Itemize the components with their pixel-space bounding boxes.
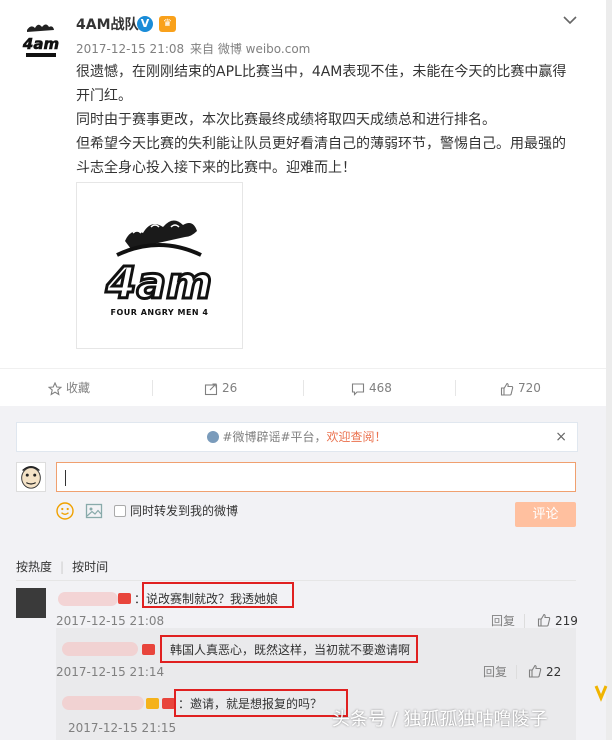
rumor-notice-bar: #微博辟谣#平台，欢迎查阅！ × <box>16 422 578 452</box>
comment-input[interactable] <box>56 462 576 492</box>
comment-section: #微博辟谣#平台，欢迎查阅！ × 同时转发到我的微博 评论 按热度 | 按时间 ：说… <box>0 406 606 740</box>
repost-button[interactable]: 26 <box>204 369 237 407</box>
reply-button[interactable]: 回复 <box>483 664 507 680</box>
post-body: 很遗憾，在刚刚结束的APL比赛当中，4AM表现不佳，未能在今天的比赛中赢得开门红… <box>76 60 576 180</box>
comment-timestamp: 2017-12-15 21:08 <box>56 614 165 628</box>
close-icon[interactable]: × <box>555 423 567 451</box>
favorite-label: 收藏 <box>66 381 91 395</box>
repost-icon <box>204 382 218 395</box>
reply-button[interactable]: 回复 <box>491 613 515 629</box>
post-paragraph: 同时由于赛事更改，本次比赛最终成绩将取四天成绩总和进行排名。 <box>76 112 496 128</box>
author-name[interactable]: 4AM战队 <box>76 15 139 35</box>
comment-count: 468 <box>369 381 392 395</box>
hashtag-icon <box>207 431 220 443</box>
repost-checkbox[interactable] <box>114 505 126 517</box>
divider <box>516 665 517 679</box>
corner-logo-icon <box>594 685 608 702</box>
comment-like-count: 219 <box>555 614 578 628</box>
submit-comment-button[interactable]: 评论 <box>515 502 576 527</box>
sort-by-time-tab[interactable]: 按时间 <box>72 560 108 574</box>
source-watermark: 头条号 / 独孤孤独咕噜陵子 <box>332 709 548 730</box>
reply-like-count: 22 <box>546 665 562 679</box>
action-bar: 收藏 26 468 720 <box>0 368 606 406</box>
divider <box>303 380 304 396</box>
weibo-post: 4am 4AM战队 V ♛ 2017-12-15 21:08 来自 微博 wei… <box>0 0 606 368</box>
chevron-down-icon[interactable] <box>560 10 580 30</box>
favorite-button[interactable]: 收藏 <box>47 369 91 407</box>
emoji-icon[interactable] <box>56 502 74 520</box>
highlight-box <box>142 582 294 608</box>
highlight-box <box>160 635 418 663</box>
post-timestamp[interactable]: 2017-12-15 21:08 <box>76 42 184 56</box>
divider <box>524 614 525 628</box>
source-prefix: 来自 <box>189 42 214 56</box>
comment-button[interactable]: 468 <box>351 369 392 407</box>
repost-checkbox-label: 同时转发到我的微博 <box>130 504 239 518</box>
author-avatar[interactable]: 4am <box>17 16 65 64</box>
logo-wordmark: 4am <box>105 258 212 309</box>
verified-badge-icon: V <box>137 16 153 32</box>
notice-prefix: #微博辟谣#平台， <box>222 430 327 444</box>
member-badge-icon[interactable]: ♛ <box>159 16 176 32</box>
member-badge-icon <box>142 644 155 655</box>
post-paragraph: 很遗憾，在刚刚结束的APL比赛当中，4AM表现不佳，未能在今天的比赛中赢得开门红… <box>76 64 567 104</box>
reply-like-button[interactable]: 22 <box>528 664 561 680</box>
highlight-box <box>174 689 348 717</box>
star-icon <box>47 381 63 396</box>
commenter-name-blurred[interactable] <box>62 642 138 656</box>
sort-by-hot-tab[interactable]: 按热度 <box>16 560 52 574</box>
scrollbar-track[interactable] <box>606 0 612 740</box>
reply-item: ：韩国人真恶心，既然这样，当初就不要邀请啊 2017-12-15 21:14 回… <box>56 634 576 682</box>
comment-sort-tabs: 按热度 | 按时间 <box>16 559 108 575</box>
team-logo-image: 4am <box>103 220 214 311</box>
comment-icon <box>351 382 365 396</box>
image-upload-icon[interactable] <box>85 502 103 520</box>
thumbs-up-icon <box>537 613 551 627</box>
commenter-name-blurred[interactable] <box>58 592 118 606</box>
divider <box>455 380 456 396</box>
divider <box>152 380 153 396</box>
commenter-name-blurred[interactable] <box>62 696 144 710</box>
post-source[interactable]: 微博 weibo.com <box>218 42 311 56</box>
reply-timestamp: 2017-12-15 21:15 <box>68 721 177 735</box>
like-button[interactable]: 720 <box>500 369 541 407</box>
like-count: 720 <box>518 381 541 395</box>
member-badge-icon <box>118 593 131 604</box>
text-caret <box>65 470 66 486</box>
divider: | <box>60 560 65 574</box>
commenter-avatar[interactable] <box>16 588 46 618</box>
reply-timestamp: 2017-12-15 21:14 <box>56 665 165 679</box>
divider <box>16 580 576 581</box>
thumbs-up-icon <box>528 664 542 678</box>
repost-count: 26 <box>222 381 238 395</box>
current-user-avatar <box>16 462 46 492</box>
post-image[interactable]: 4am FOUR ANGRY MEN 4 <box>76 182 243 349</box>
comment-like-button[interactable]: 219 <box>537 613 578 629</box>
svg-text:4am: 4am <box>22 35 59 53</box>
thumbs-up-icon <box>500 382 514 396</box>
logo-caption: FOUR ANGRY MEN 4 <box>110 308 209 317</box>
notice-link[interactable]: 欢迎查阅！ <box>327 430 387 444</box>
post-meta: 2017-12-15 21:08 来自 微博 weibo.com <box>76 41 310 57</box>
warning-badge-icon <box>146 698 159 709</box>
post-paragraph: 但希望今天比赛的失利能让队员更好看清自己的薄弱环节，警惕自己。用最强的斗志全身心… <box>76 136 566 176</box>
